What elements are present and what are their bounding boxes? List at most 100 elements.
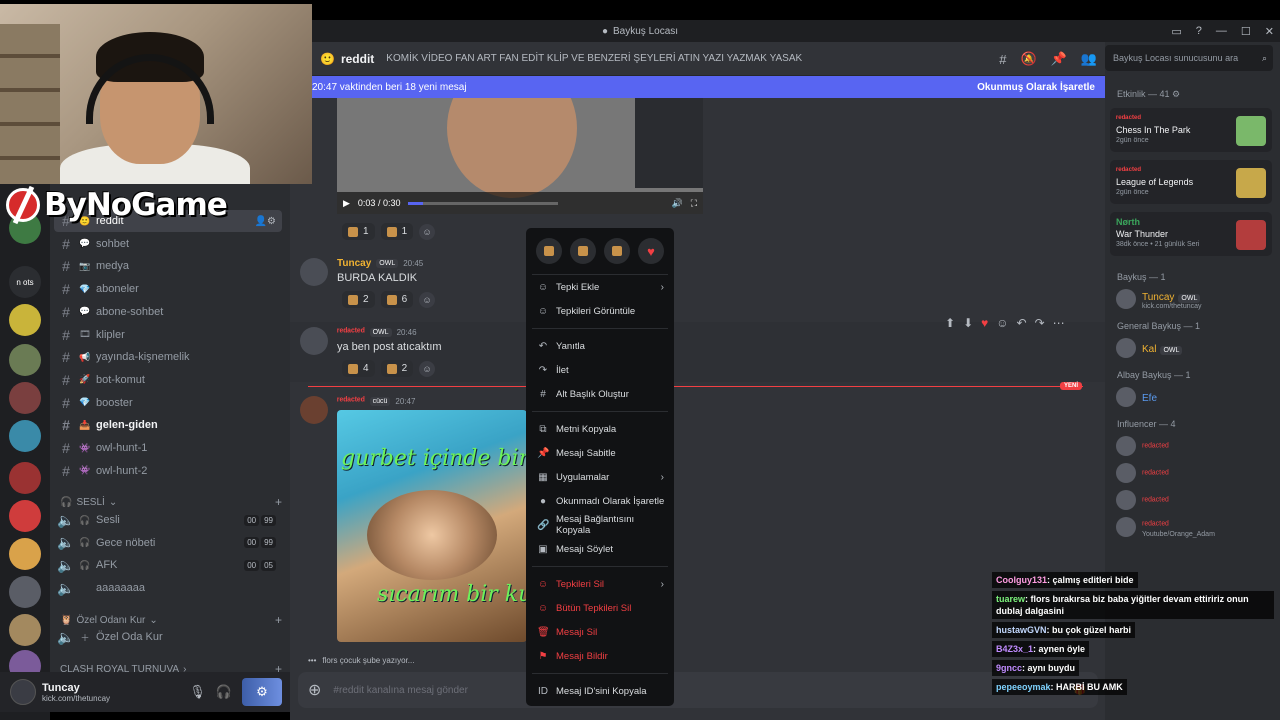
member-item[interactable]: ʳᵉᵈᵃᶜᵗᵉᵈ: [1112, 460, 1274, 486]
avatar[interactable]: [300, 327, 328, 355]
server-icon-text[interactable]: n ots: [9, 266, 41, 298]
add-reaction-icon[interactable]: ☺: [996, 316, 1008, 330]
menu-item[interactable]: ↷ İlet: [532, 358, 668, 382]
fullscreen-icon[interactable]: ⛶: [691, 198, 697, 209]
image-attachment[interactable]: gurbet içinde bir sıcarım bir kurg: [337, 410, 527, 642]
channel-item-owl-hunt-2[interactable]: # 👾 owl-hunt-2: [54, 460, 282, 482]
server-icon[interactable]: [9, 382, 41, 414]
menu-item[interactable]: 📌 Mesajı Sabitle: [532, 441, 668, 465]
member-item[interactable]: ʳᵉᵈᵃᶜᵗᵉᵈ: [1112, 433, 1274, 459]
menu-item[interactable]: ☺ Tepkileri Görüntüle: [532, 299, 668, 323]
menu-item[interactable]: ☺ Tepki Ekle ›: [532, 275, 668, 299]
add-channel-button[interactable]: +: [275, 495, 282, 509]
add-reaction-button[interactable]: ☺: [419, 360, 436, 377]
channel-item-owl-hunt-1[interactable]: # 👾 owl-hunt-1: [54, 437, 282, 459]
server-search-input[interactable]: Baykuş Locası sunucusunu ara ⌕: [1105, 45, 1273, 71]
more-icon[interactable]: ⋯: [1053, 316, 1065, 330]
member-item[interactable]: ʳᵉᵈᵃᶜᵗᵉᵈ Youtube/Orange_Adam: [1112, 514, 1274, 540]
reaction-downvote[interactable]: 2: [380, 360, 414, 377]
channel-item-medya[interactable]: # 📷 medya: [54, 255, 282, 277]
headphones-icon[interactable]: 🎧: [216, 684, 232, 700]
member-item[interactable]: Kal OWL: [1112, 335, 1274, 361]
minimize-button[interactable]: —: [1216, 25, 1227, 37]
menu-item[interactable]: ☺ Tepkileri Sil ›: [532, 572, 668, 596]
member-item[interactable]: Efe: [1112, 384, 1274, 410]
message-composer[interactable]: ⊕ #reddit kanalına mesaj gönder 🎁: [298, 672, 1098, 708]
upvote-icon[interactable]: ⬆: [945, 316, 955, 330]
category-voice[interactable]: 🎧 SESLİ ⌄ +: [60, 495, 282, 509]
maximize-button[interactable]: ☐: [1241, 25, 1251, 38]
mark-read-button[interactable]: Okunmuş Olarak İşaretle: [977, 82, 1095, 93]
video-progress[interactable]: [408, 201, 559, 205]
settings-button[interactable]: ⚙: [242, 678, 282, 706]
activity-card[interactable]: Nørth War Thunder 38dk önce • 21 günlük Se…: [1110, 212, 1272, 256]
channel-settings-icon[interactable]: 👤⚙: [255, 216, 276, 227]
attach-plus-icon[interactable]: ⊕: [308, 680, 321, 700]
activity-card[interactable]: ʳᵉᵈᵃᶜᵗᵉᵈ League of Legends 2gün önce: [1110, 160, 1272, 204]
help-icon[interactable]: ?: [1196, 25, 1202, 37]
voice-channel-item[interactable]: 🔈 aaaaaaaa: [54, 577, 282, 599]
avatar[interactable]: [10, 679, 36, 705]
voice-channel-item[interactable]: 🔈 🎧 Sesli 00 99: [54, 509, 282, 531]
close-button[interactable]: ✕: [1265, 25, 1274, 38]
play-icon[interactable]: ▶: [343, 198, 350, 209]
composer-placeholder[interactable]: #reddit kanalına mesaj gönder: [333, 685, 468, 696]
menu-item[interactable]: ⚑ Mesajı Bildir: [532, 644, 668, 668]
channel-item-klipler[interactable]: # 🎞 klipler: [54, 324, 282, 346]
reply-icon[interactable]: ↶: [1017, 316, 1027, 330]
server-icon[interactable]: [9, 344, 41, 376]
forward-icon[interactable]: ↷: [1035, 316, 1045, 330]
inbox-icon[interactable]: ▭: [1171, 25, 1181, 38]
downvote-icon[interactable]: ⬇: [963, 316, 973, 330]
reaction-downvote[interactable]: 6: [380, 291, 414, 308]
message-author[interactable]: Tuncay: [337, 258, 371, 269]
voice-channel-private-create[interactable]: 🔈 ＋ Özel Oda Kur: [54, 626, 282, 648]
server-icon[interactable]: [9, 576, 41, 608]
channel-item-aboneler[interactable]: # 💎 aboneler: [54, 278, 282, 300]
reaction-upvote[interactable]: 2: [342, 291, 375, 308]
server-icon[interactable]: [9, 614, 41, 646]
voice-channel-item[interactable]: 🔈 🎧 AFK 00 05: [54, 554, 282, 576]
server-icon[interactable]: [9, 304, 41, 336]
heart-icon[interactable]: ♥: [981, 316, 988, 330]
member-item[interactable]: ʳᵉᵈᵃᶜᵗᵉᵈ: [1112, 487, 1274, 513]
add-reaction-button[interactable]: ☺: [419, 223, 436, 240]
threads-icon[interactable]: #: [999, 52, 1006, 67]
server-icon[interactable]: [9, 420, 41, 452]
microphone-icon[interactable]: 🎙: [189, 684, 206, 700]
category-private[interactable]: 🦉 Özel Odanı Kur ⌄ +: [60, 613, 282, 627]
menu-item[interactable]: ● Okunmadı Olarak İşaretle: [532, 489, 668, 513]
reaction-upvote[interactable]: 4: [342, 360, 375, 377]
channel-item-abone-sohbet[interactable]: # 💬 abone-sohbet: [54, 301, 282, 323]
menu-item[interactable]: # Alt Başlık Oluştur: [532, 382, 668, 406]
add-reaction-button[interactable]: ☺: [419, 291, 436, 308]
quick-reaction-upvote[interactable]: [570, 238, 596, 264]
channel-topic[interactable]: KOMİK VİDEO FAN ART FAN EDİT KLİP VE BEN…: [386, 53, 802, 64]
server-icon[interactable]: [9, 462, 41, 494]
mute-bell-icon[interactable]: 🔕: [1020, 51, 1036, 67]
menu-item[interactable]: ↶ Yanıtla: [532, 334, 668, 358]
menu-item[interactable]: ▣ Mesajı Söylet: [532, 537, 668, 561]
channel-item-booster[interactable]: # 💎 booster: [54, 392, 282, 414]
channel-item-sohbet[interactable]: # 💬 sohbet: [54, 233, 282, 255]
channel-item-yayında-kişnemelik[interactable]: # 📢 yayında-kişnemelik: [54, 346, 282, 368]
member-item[interactable]: Tuncay OWL kick.com/thetuncay: [1112, 286, 1274, 312]
quick-reaction-downvote[interactable]: [604, 238, 630, 264]
member-list-icon[interactable]: 👥: [1081, 51, 1097, 67]
menu-item[interactable]: 🔗 Mesaj Bağlantısını Kopyala: [532, 513, 668, 537]
reaction-upvote[interactable]: 1: [342, 223, 375, 240]
server-icon[interactable]: [9, 500, 41, 532]
video-attachment[interactable]: ▶ 0:03 / 0:30 🔊 ⛶: [337, 98, 703, 214]
menu-item[interactable]: 🗑 Mesajı Sil: [532, 620, 668, 644]
new-messages-bar[interactable]: 20:47 vaktinden beri 18 yeni mesaj Okunm…: [308, 76, 1105, 98]
user-info[interactable]: Tuncay kick.com/thetuncay: [42, 682, 110, 703]
pin-icon[interactable]: 📌: [1051, 51, 1067, 67]
channel-item-bot-komut[interactable]: # 🚀 bot-komut: [54, 369, 282, 391]
menu-item[interactable]: ⧉ Metni Kopyala: [532, 417, 668, 441]
menu-item[interactable]: ID Mesaj ID'sini Kopyala: [532, 679, 668, 703]
gear-icon[interactable]: ⚙: [1172, 89, 1180, 99]
reaction-downvote[interactable]: 1: [380, 223, 414, 240]
channel-item-gelen-giden[interactable]: # 📥 gelen-giden: [54, 414, 282, 436]
server-icon[interactable]: [9, 538, 41, 570]
quick-reaction-owl[interactable]: [536, 238, 562, 264]
